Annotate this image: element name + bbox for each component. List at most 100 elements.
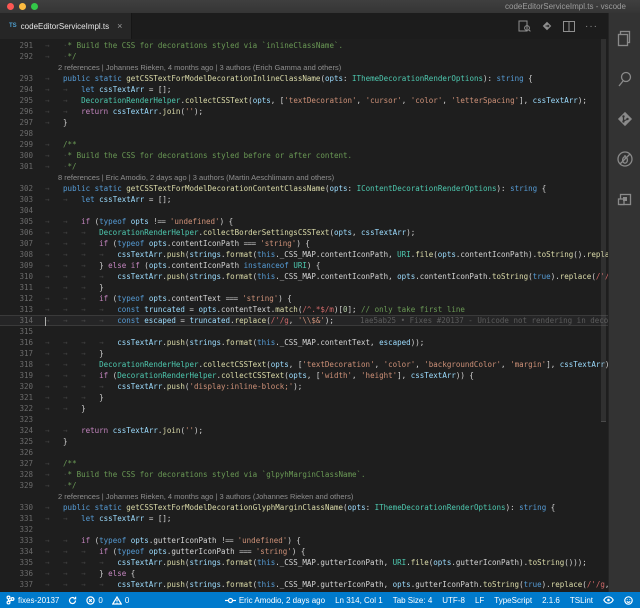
code-line[interactable]: 306→→→DecorationRenderHelper.collectBord… [0,227,608,238]
code-line[interactable]: 294→→let cssTextArr = []; [0,84,608,95]
code-line[interactable]: 325→} [0,436,608,447]
activity-source-control-button[interactable] [609,99,640,139]
code-line[interactable]: 336→→→} else { [0,568,608,579]
ts-version-status[interactable]: 2.1.6 [542,596,560,605]
tab-whitespace-marker: → [45,271,63,282]
code-text: →→→→cssTextArr.push(strings.format(this.… [45,579,608,590]
codelens-row[interactable]: 2 references | Johannes Rieken, 4 months… [0,62,608,73]
code-line[interactable]: 335→→→→cssTextArr.push(strings.format(th… [0,557,608,568]
code-line[interactable]: 317→→→} [0,348,608,359]
code-line[interactable]: 291→·* Build the CSS for decorations sty… [0,40,608,51]
line-number: 319 [0,370,33,381]
code-line[interactable]: 309→→→} else if (opts.contentIconPath in… [0,260,608,271]
tab-whitespace-marker: → [99,304,117,315]
code-line[interactable]: 313→→→→const truncated = opts.contentTex… [0,304,608,315]
more-actions-button[interactable]: ··· [585,21,598,32]
sync-icon [68,596,77,605]
code-line[interactable]: 318→→→DecorationRenderHelper.collectCSST… [0,359,608,370]
code-line[interactable]: 295→→DecorationRenderHelper.collectCSSTe… [0,95,608,106]
code-line[interactable]: 305→→if (typeof opts !== 'undefined') { [0,216,608,227]
code-line[interactable]: 334→→→if (typeof opts.gutterIconPath ===… [0,546,608,557]
codelens-row[interactable]: 8 references | Eric Amodio, 2 days ago |… [0,172,608,183]
activity-debug-button[interactable] [609,139,640,179]
code-line[interactable]: 303→→let cssTextArr = []; [0,194,608,205]
line-number: 311 [0,282,33,293]
code-line[interactable]: 292→·*/ [0,51,608,62]
code-line[interactable]: 308→→→→cssTextArr.push(strings.format(th… [0,249,608,260]
tab-whitespace-marker: → [45,359,63,370]
line-number: 294 [0,84,33,95]
open-changes-button[interactable] [541,20,553,32]
code-line[interactable]: 321→→→} [0,392,608,403]
code-text: →} [45,436,608,447]
activity-extensions-button[interactable] [609,179,640,219]
tab-close-icon[interactable]: × [117,21,122,31]
code-line[interactable]: 300→·* Build the CSS for decorations sty… [0,150,608,161]
line-number: 291 [0,40,33,51]
preview-toggle-status[interactable] [603,596,614,604]
language-status[interactable]: TypeScript [494,596,532,605]
code-line[interactable]: 298 [0,128,608,139]
split-editor-button[interactable] [563,21,575,32]
code-line[interactable]: 312→→→if (typeof opts.contentText === 's… [0,293,608,304]
code-line[interactable]: 333→→if (typeof opts.gutterIconPath !== … [0,535,608,546]
warnings-status[interactable]: 0 [112,596,129,605]
code-line[interactable]: 330→public static getCSSTextForModelDeco… [0,502,608,513]
tab-whitespace-marker: → [63,249,81,260]
code-line[interactable]: 329→·*/ [0,480,608,491]
code-line[interactable]: 299→/** [0,139,608,150]
code-line[interactable]: 337→→→→cssTextArr.push(strings.format(th… [0,579,608,590]
tab-whitespace-marker: → [63,227,81,238]
line-number: 300 [0,150,33,161]
tab-whitespace-marker: → [45,337,63,348]
line-number: 305 [0,216,33,227]
code-line[interactable]: 322→→} [0,403,608,414]
tab-whitespace-marker: → [63,337,81,348]
code-line[interactable]: 324→→return cssTextArr.join(''); [0,425,608,436]
code-line[interactable]: 301→·*/ [0,161,608,172]
tab-codeeditorserviceimpl[interactable]: TS codeEditorServiceImpl.ts × [0,13,132,39]
sync-button[interactable] [68,596,77,605]
code-line[interactable]: 304 [0,205,608,216]
code-line[interactable]: 323 [0,414,608,425]
minimize-window-button[interactable] [19,3,26,10]
activity-search-button[interactable] [609,59,640,99]
eol-status[interactable]: LF [475,596,484,605]
open-preview-button[interactable] [518,20,531,32]
line-number: 320 [0,381,33,392]
code-line[interactable]: 332 [0,524,608,535]
line-number: 318 [0,359,33,370]
blame-status[interactable]: Eric Amodio, 2 days ago [225,596,325,605]
activity-explorer-button[interactable] [609,19,640,59]
code-line[interactable]: 293→public static getCSSTextForModelDeco… [0,73,608,84]
close-window-button[interactable] [7,3,14,10]
code-line[interactable]: 297→} [0,117,608,128]
code-line[interactable]: 307→→→if (typeof opts.contentIconPath ==… [0,238,608,249]
git-branch-status[interactable]: fixes-20137 [6,595,59,605]
code-line[interactable]: 316→→→→cssTextArr.push(strings.format(th… [0,337,608,348]
tslint-status[interactable]: TSLint [570,596,593,605]
code-line[interactable]: 327→/** [0,458,608,469]
code-line[interactable]: 314→→→→const escaped = truncated.replace… [0,315,608,326]
zoom-window-button[interactable] [31,3,38,10]
codelens-row[interactable]: 2 references | Johannes Rieken, 4 months… [0,491,608,502]
feedback-button[interactable] [624,596,633,605]
code-line[interactable]: 310→→→→cssTextArr.push(strings.format(th… [0,271,608,282]
tab-whitespace-marker: → [45,282,63,293]
code-line[interactable]: 319→→→if (DecorationRenderHelper.collect… [0,370,608,381]
code-line[interactable]: 315 [0,326,608,337]
tab-size-status[interactable]: Tab Size: 4 [393,596,433,605]
vertical-scrollbar[interactable] [601,39,606,422]
code-line[interactable]: 326 [0,447,608,458]
tab-whitespace-marker: → [45,348,63,359]
code-text [45,414,608,425]
cursor-position-status[interactable]: Ln 314, Col 1 [335,596,383,605]
code-line[interactable]: 302→public static getCSSTextForModelDeco… [0,183,608,194]
errors-status[interactable]: 0 [86,596,102,605]
code-line[interactable]: 311→→→} [0,282,608,293]
code-line[interactable]: 328→·* Build the CSS for decorations sty… [0,469,608,480]
code-line[interactable]: 331→→let cssTextArr = []; [0,513,608,524]
code-line[interactable]: 296→→return cssTextArr.join(''); [0,106,608,117]
encoding-status[interactable]: UTF-8 [442,596,465,605]
code-line[interactable]: 320→→→→cssTextArr.push('display:inline-b… [0,381,608,392]
